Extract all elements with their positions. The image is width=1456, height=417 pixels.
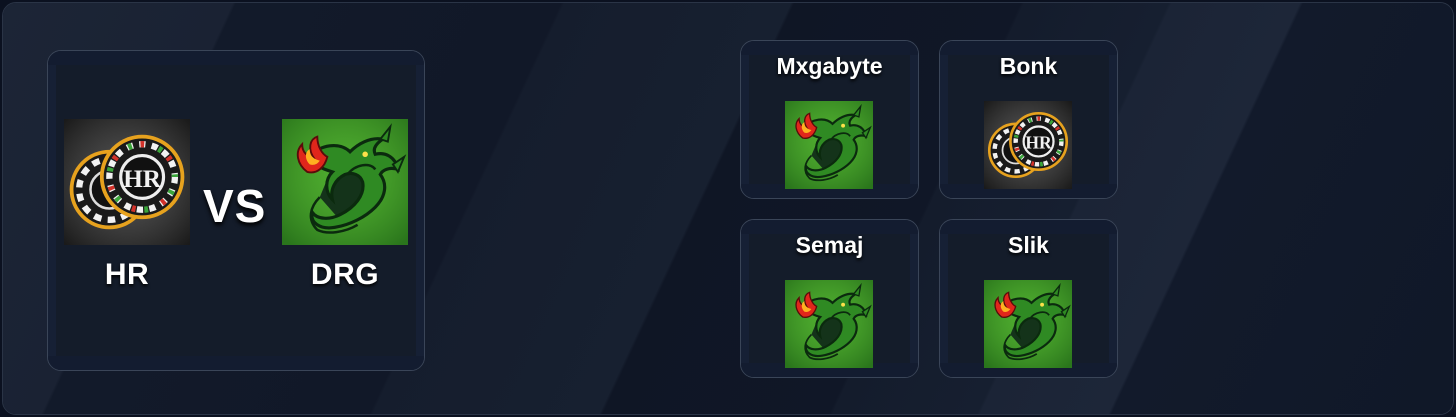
green-dragon-logo-icon — [984, 280, 1072, 368]
vs-label: VS — [203, 180, 267, 232]
green-dragon-logo-icon — [785, 101, 873, 189]
match-card: VS HR DRG — [47, 50, 425, 371]
casino-chips-logo-icon — [64, 119, 190, 245]
player-card-slik: Slik — [939, 219, 1118, 378]
away-team-name: DRG — [310, 258, 380, 291]
player-name: Bonk — [999, 53, 1058, 79]
green-dragon-logo-icon — [282, 119, 408, 245]
player-card-mxgabyte: Mxgabyte — [740, 40, 919, 199]
player-card-bonk: Bonk — [939, 40, 1118, 199]
player-card-semaj: Semaj — [740, 219, 919, 378]
player-name: Semaj — [795, 232, 864, 258]
matchup-panel: VS HR DRG Mxgabyte Bonk Semaj Slik — [2, 2, 1454, 415]
player-name: Slik — [1008, 232, 1049, 258]
casino-chips-logo-icon — [984, 101, 1072, 189]
player-name: Mxgabyte — [776, 53, 883, 79]
green-dragon-logo-icon — [785, 280, 873, 368]
home-team-name: HR — [104, 258, 150, 291]
